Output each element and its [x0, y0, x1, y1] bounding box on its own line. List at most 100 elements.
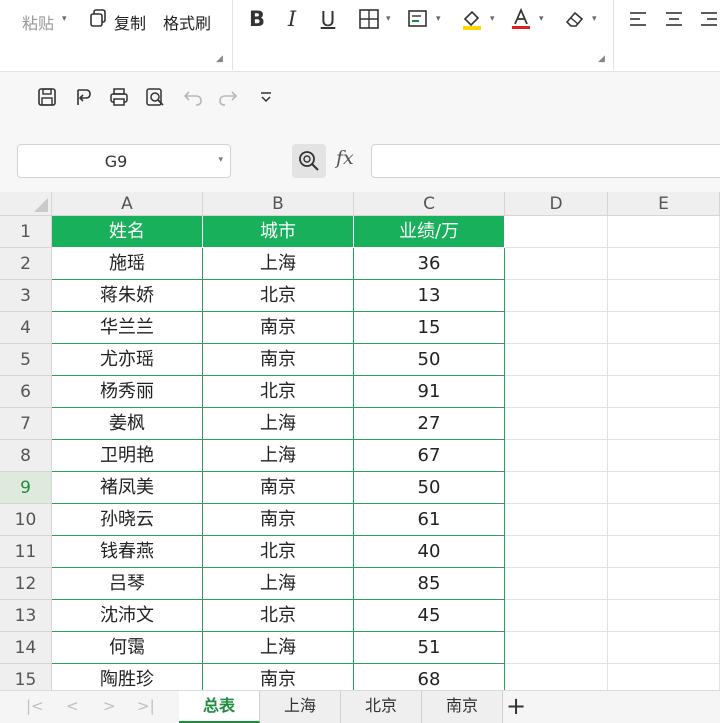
empty-cell[interactable]	[505, 472, 608, 504]
row-header-5[interactable]: 5	[0, 344, 52, 376]
cell-name[interactable]: 尤亦瑶	[52, 344, 203, 376]
copy-button[interactable]: 复制	[114, 10, 146, 34]
cell-city[interactable]: 上海	[203, 440, 354, 472]
column-header-e[interactable]: E	[608, 192, 720, 216]
empty-cell[interactable]	[608, 280, 720, 312]
empty-cell[interactable]	[505, 376, 608, 408]
empty-cell[interactable]	[608, 440, 720, 472]
cell-name[interactable]: 何霭	[52, 632, 203, 664]
empty-cell[interactable]	[505, 664, 608, 690]
column-header-d[interactable]: D	[505, 192, 608, 216]
cell-sales[interactable]: 45	[354, 600, 505, 632]
cell-name[interactable]: 吕琴	[52, 568, 203, 600]
empty-cell[interactable]	[505, 440, 608, 472]
cell-city[interactable]: 上海	[203, 632, 354, 664]
empty-cell[interactable]	[505, 248, 608, 280]
header-cell-sales[interactable]: 业绩/万	[354, 216, 505, 248]
empty-cell[interactable]	[505, 408, 608, 440]
cell-name[interactable]: 陶胜珍	[52, 664, 203, 690]
cell-city[interactable]: 上海	[203, 408, 354, 440]
paste-dropdown-icon[interactable]: ▾	[62, 14, 67, 24]
empty-cell[interactable]	[505, 504, 608, 536]
font-group-launcher-icon[interactable]: ◢	[598, 54, 605, 64]
redo-icon[interactable]	[216, 85, 240, 109]
clipboard-group-launcher-icon[interactable]: ◢	[216, 54, 223, 64]
cell-name[interactable]: 褚凤美	[52, 472, 203, 504]
row-header-8[interactable]: 8	[0, 440, 52, 472]
formula-input[interactable]	[371, 144, 720, 178]
cell-sales[interactable]: 91	[354, 376, 505, 408]
cell-city[interactable]: 北京	[203, 600, 354, 632]
customize-toolbar-icon[interactable]	[254, 85, 278, 109]
find-icon[interactable]	[292, 144, 326, 178]
fill-color-icon[interactable]	[458, 5, 486, 33]
empty-cell[interactable]	[608, 248, 720, 280]
empty-cell[interactable]	[608, 312, 720, 344]
cell-sales[interactable]: 67	[354, 440, 505, 472]
cell-sales[interactable]: 50	[354, 344, 505, 376]
cell-sales[interactable]: 68	[354, 664, 505, 690]
cell-city[interactable]: 南京	[203, 472, 354, 504]
row-header-14[interactable]: 14	[0, 632, 52, 664]
next-sheet-icon[interactable]: >	[103, 697, 116, 715]
last-sheet-icon[interactable]: >|	[137, 697, 155, 715]
cell-name[interactable]: 卫明艳	[52, 440, 203, 472]
empty-cell[interactable]	[608, 376, 720, 408]
conditional-format-dropdown-icon[interactable]: ▾	[436, 14, 441, 24]
empty-cell[interactable]	[505, 280, 608, 312]
empty-cell[interactable]	[608, 504, 720, 536]
align-left-icon[interactable]	[624, 5, 652, 33]
empty-cell[interactable]	[505, 568, 608, 600]
cell-name[interactable]: 钱春燕	[52, 536, 203, 568]
print-preview-icon[interactable]	[143, 85, 167, 109]
cell-sales[interactable]: 85	[354, 568, 505, 600]
row-header-4[interactable]: 4	[0, 312, 52, 344]
header-cell-city[interactable]: 城市	[203, 216, 354, 248]
bold-icon[interactable]: B	[243, 5, 271, 33]
cell-city[interactable]: 上海	[203, 248, 354, 280]
cell-sales[interactable]: 15	[354, 312, 505, 344]
name-box[interactable]: G9 ▾	[17, 144, 231, 178]
borders-dropdown-icon[interactable]: ▾	[386, 14, 391, 24]
cell-name[interactable]: 沈沛文	[52, 600, 203, 632]
row-header-13[interactable]: 13	[0, 600, 52, 632]
empty-cell[interactable]	[608, 216, 720, 248]
cell-city[interactable]: 南京	[203, 504, 354, 536]
underline-icon[interactable]: U	[314, 5, 342, 33]
cell-city[interactable]: 南京	[203, 312, 354, 344]
cell-name[interactable]: 蒋朱娇	[52, 280, 203, 312]
empty-cell[interactable]	[505, 600, 608, 632]
clear-format-icon[interactable]	[561, 5, 589, 33]
select-all-corner[interactable]	[0, 192, 52, 216]
copy-icon[interactable]	[84, 4, 112, 32]
fill-color-dropdown-icon[interactable]: ▾	[490, 14, 495, 24]
name-box-dropdown-icon[interactable]: ▾	[218, 155, 223, 165]
column-header-a[interactable]: A	[52, 192, 203, 216]
font-color-dropdown-icon[interactable]: ▾	[539, 14, 544, 24]
cell-sales[interactable]: 36	[354, 248, 505, 280]
save-icon[interactable]	[35, 85, 59, 109]
row-header-15[interactable]: 15	[0, 664, 52, 690]
cell-sales[interactable]: 61	[354, 504, 505, 536]
export-icon[interactable]	[71, 85, 95, 109]
row-header-12[interactable]: 12	[0, 568, 52, 600]
cell-city[interactable]: 北京	[203, 280, 354, 312]
empty-cell[interactable]	[505, 216, 608, 248]
empty-cell[interactable]	[608, 472, 720, 504]
cell-name[interactable]: 施瑶	[52, 248, 203, 280]
row-header-9[interactable]: 9	[0, 472, 52, 504]
cell-city[interactable]: 南京	[203, 664, 354, 690]
clear-format-dropdown-icon[interactable]: ▾	[592, 14, 597, 24]
cell-name[interactable]: 杨秀丽	[52, 376, 203, 408]
header-cell-name[interactable]: 姓名	[52, 216, 203, 248]
align-right-icon[interactable]	[695, 5, 720, 33]
cell-city[interactable]: 上海	[203, 568, 354, 600]
cell-city[interactable]: 北京	[203, 536, 354, 568]
borders-icon[interactable]	[355, 5, 383, 33]
first-sheet-icon[interactable]: |<	[26, 697, 44, 715]
conditional-format-icon[interactable]	[404, 5, 432, 33]
format-painter-button[interactable]: 格式刷	[163, 10, 211, 34]
cell-city[interactable]: 北京	[203, 376, 354, 408]
insert-function-button[interactable]: fx	[336, 147, 354, 169]
empty-cell[interactable]	[505, 344, 608, 376]
